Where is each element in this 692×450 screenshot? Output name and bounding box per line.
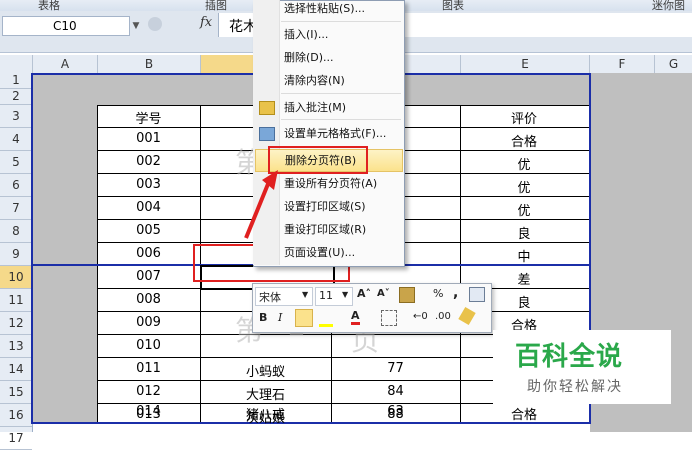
borders-icon[interactable] xyxy=(381,310,397,326)
cell-id[interactable]: 007 xyxy=(97,269,200,284)
center-align-icon[interactable] xyxy=(295,309,313,327)
cell-rating[interactable]: 良 xyxy=(460,223,588,242)
row-header[interactable]: 2 xyxy=(0,89,32,105)
menu-separator xyxy=(281,119,401,120)
cell-score[interactable]: 77 xyxy=(331,361,460,376)
cell-score[interactable]: 63 xyxy=(331,404,460,419)
menu-item-clear-contents[interactable]: 清除内容(N) xyxy=(253,69,403,92)
cell-rating[interactable]: 合格 xyxy=(460,131,588,150)
mini-toolbar: 宋体 ▼ 11 ▼ A˄ A˅ % , B I A ←0 .00 xyxy=(252,283,492,333)
logo-subtitle: 助你轻松解决 xyxy=(527,379,623,395)
chevron-down-icon: ▼ xyxy=(342,290,349,299)
column-header-f[interactable]: F xyxy=(590,55,655,73)
menu-separator xyxy=(281,93,401,94)
cell-id[interactable]: 010 xyxy=(97,338,200,353)
cell-name[interactable]: 猪八戒 xyxy=(200,404,331,423)
row-header[interactable]: 7 xyxy=(0,197,32,220)
cell-rating[interactable]: 合格 xyxy=(460,404,588,423)
row-header[interactable]: 8 xyxy=(0,220,32,243)
percent-style-button[interactable]: % xyxy=(433,287,443,300)
row-header[interactable]: 4 xyxy=(0,128,32,151)
shrink-font-icon[interactable]: A˅ xyxy=(377,288,390,299)
cell-score[interactable]: 84 xyxy=(331,384,460,399)
cell-id[interactable]: 001 xyxy=(97,131,200,146)
row-header[interactable]: 6 xyxy=(0,174,32,197)
column-header-g[interactable]: G xyxy=(655,55,692,73)
cell-id[interactable]: 005 xyxy=(97,223,200,238)
cell-id[interactable]: 004 xyxy=(97,200,200,215)
cell-rating[interactable]: 优 xyxy=(460,154,588,173)
row-header-bar: 1 2 3 4 5 6 7 8 9 10 11 12 13 14 15 16 1… xyxy=(0,73,33,450)
name-box[interactable]: C10 xyxy=(2,16,130,36)
number-format-icon[interactable] xyxy=(399,287,415,303)
header-student-id: 学号 xyxy=(135,112,162,127)
decrease-decimal-icon[interactable]: .00 xyxy=(435,311,451,322)
row-header[interactable]: 17 xyxy=(0,427,32,450)
cell-id[interactable]: 006 xyxy=(97,246,200,261)
column-header-b[interactable]: B xyxy=(98,55,201,73)
cell-id[interactable]: 002 xyxy=(97,154,200,169)
column-header-a[interactable]: A xyxy=(33,55,98,73)
name-box-value: C10 xyxy=(53,19,77,33)
format-cells-icon xyxy=(259,127,275,141)
site-logo-watermark: 百科全说 助你轻松解决 xyxy=(493,330,671,404)
fill-color-icon[interactable] xyxy=(319,310,333,327)
comma-style-button[interactable]: , xyxy=(453,285,458,301)
row-header[interactable]: 1 xyxy=(0,73,32,89)
cell-id[interactable]: 012 xyxy=(97,384,200,399)
insert-function-icon[interactable]: fx xyxy=(200,15,212,30)
menu-item-format-cells[interactable]: 设置单元格格式(F)... xyxy=(253,122,403,145)
menu-item-insert[interactable]: 插入(I)... xyxy=(253,23,403,46)
cell-id[interactable]: 009 xyxy=(97,315,200,330)
cell-name[interactable]: 小蚂蚁 xyxy=(200,361,331,380)
row-header[interactable]: 5 xyxy=(0,151,32,174)
bold-button[interactable]: B xyxy=(259,311,267,324)
chevron-down-icon[interactable]: ▼ xyxy=(128,16,144,36)
cell-name[interactable]: 大理石 xyxy=(200,384,331,403)
font-name-select[interactable]: 宋体 ▼ xyxy=(255,287,313,306)
row-header[interactable]: 12 xyxy=(0,312,32,335)
italic-button[interactable]: I xyxy=(278,311,282,324)
menu-item-delete[interactable]: 删除(D)... xyxy=(253,46,403,69)
row-header[interactable]: 14 xyxy=(0,358,32,381)
cell-id[interactable]: 014 xyxy=(97,404,200,419)
font-color-icon[interactable]: A xyxy=(351,309,360,325)
cell-id[interactable]: 008 xyxy=(97,292,200,307)
select-all-corner[interactable] xyxy=(0,55,33,73)
menu-item-insert-comment[interactable]: 插入批注(M) xyxy=(253,96,403,119)
chevron-down-icon: ▼ xyxy=(302,290,309,299)
menu-item-paste-special[interactable]: 选择性粘贴(S)... xyxy=(253,0,403,20)
formula-bar-resize-icon[interactable] xyxy=(148,17,162,31)
cell-id[interactable]: 011 xyxy=(97,361,200,376)
comment-icon xyxy=(259,101,275,115)
format-painter-brush-icon[interactable] xyxy=(458,306,476,326)
font-size-select[interactable]: 11 ▼ xyxy=(315,287,353,306)
cell-rating[interactable]: 优 xyxy=(460,177,588,196)
row-header[interactable]: 11 xyxy=(0,289,32,312)
row-header[interactable]: 9 xyxy=(0,243,32,266)
menu-separator xyxy=(281,21,401,22)
logo-title: 百科全说 xyxy=(515,342,624,372)
column-header-e[interactable]: E xyxy=(461,55,590,73)
increase-decimal-icon[interactable]: ←0 xyxy=(413,311,428,322)
cell-rating[interactable]: 优 xyxy=(460,200,588,219)
row-header[interactable]: 16 xyxy=(0,404,32,427)
header-rating: 评价 xyxy=(510,112,537,127)
row-header-selected[interactable]: 10 xyxy=(0,266,32,289)
red-arrow-icon xyxy=(244,170,278,239)
row-header[interactable]: 3 xyxy=(0,105,32,128)
row-header[interactable]: 15 xyxy=(0,381,32,404)
cell-id[interactable]: 003 xyxy=(97,177,200,192)
cell-rating[interactable]: 中 xyxy=(460,246,588,265)
grow-font-icon[interactable]: A˄ xyxy=(357,287,371,300)
format-painter-icon[interactable] xyxy=(469,287,485,302)
row-header[interactable]: 13 xyxy=(0,335,32,358)
